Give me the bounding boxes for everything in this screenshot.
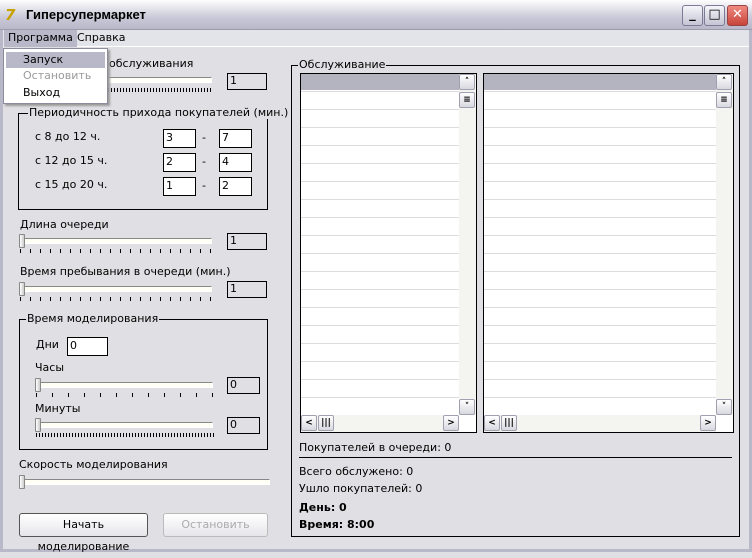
queue-count: Покупателей в очереди: 0 — [299, 441, 452, 454]
slider-ticks — [36, 433, 214, 437]
vertical-scrollbar[interactable]: ˄ ≡ ˅ — [459, 74, 476, 415]
speed-slider[interactable] — [20, 479, 270, 485]
menu-item-start[interactable]: Запуск — [6, 52, 105, 68]
slider-ticks — [108, 88, 212, 92]
slider-thumb[interactable] — [35, 418, 41, 432]
service-time-value: 1 — [227, 73, 267, 90]
arrival-to-3[interactable]: 2 — [219, 177, 252, 196]
arrival-label-2: с 12 до 15 ч. — [35, 154, 108, 167]
arrival-from-1[interactable]: 3 — [163, 129, 196, 148]
scroll-thumb[interactable]: ||| — [318, 415, 334, 431]
scroll-left-icon[interactable]: < — [301, 415, 317, 431]
arrival-from-2[interactable]: 2 — [163, 153, 196, 172]
arrival-label-3: с 15 до 20 ч. — [35, 178, 108, 191]
left-customers: Ушло покупателей: 0 — [299, 482, 423, 495]
vertical-scrollbar[interactable]: ˄ ≡ ˅ — [716, 74, 733, 415]
queue-time-label: Время пребывания в очереди (мин.) — [20, 265, 231, 278]
dash: - — [202, 179, 206, 192]
speed-label: Скорость моделирования — [19, 458, 168, 471]
scroll-thumb[interactable]: ≡ — [716, 92, 732, 108]
minutes-slider[interactable] — [36, 422, 213, 428]
scroll-up-icon[interactable]: ˄ — [716, 74, 732, 90]
menu-bar: Программа Справка — [3, 30, 749, 47]
arrival-group-label: Периодичность прихода покупателей (мин.) — [28, 106, 290, 119]
cashier-list-2[interactable]: ˄ ≡ ˅ < ||| > — [483, 73, 734, 433]
menu-item-stop: Остановить — [23, 69, 92, 82]
queue-time-value: 1 — [227, 281, 267, 298]
list-rows — [484, 74, 716, 415]
menu-help[interactable]: Справка — [73, 30, 129, 47]
start-simulation-button[interactable]: Начать моделирование — [19, 513, 148, 553]
arrival-to-1[interactable]: 7 — [219, 129, 252, 148]
slider-thumb[interactable] — [19, 234, 25, 248]
close-button[interactable]: ✕ — [727, 5, 748, 26]
scroll-thumb[interactable]: ≡ — [459, 92, 475, 108]
minutes-value: 0 — [227, 417, 260, 434]
horizontal-scrollbar[interactable]: < ||| > — [301, 415, 459, 432]
slider-thumb[interactable] — [19, 475, 25, 489]
app-icon: 7 — [5, 6, 16, 24]
scroll-up-icon[interactable]: ˄ — [459, 74, 475, 90]
arrival-to-2[interactable]: 4 — [219, 153, 252, 172]
program-dropdown: Запуск Остановить Выход — [3, 48, 108, 104]
list-item-selected[interactable] — [301, 74, 459, 90]
scroll-down-icon[interactable]: ˅ — [459, 399, 475, 415]
list-item-selected[interactable] — [484, 74, 716, 90]
maximize-button[interactable]: □ — [704, 5, 725, 26]
queue-length-slider[interactable] — [20, 238, 212, 244]
queue-length-label: Длина очереди — [20, 218, 109, 231]
scroll-right-icon[interactable]: > — [700, 415, 716, 431]
hours-slider[interactable] — [36, 382, 213, 388]
window-frame — [0, 30, 3, 552]
horizontal-scrollbar[interactable]: < ||| > — [484, 415, 716, 432]
hours-label: Часы — [35, 361, 65, 374]
served-total: Всего обслужено: 0 — [299, 465, 414, 478]
time-readout: Время: 8:00 — [299, 518, 375, 531]
window-title: Гиперсупермаркет — [26, 7, 146, 22]
slider-ticks — [20, 297, 212, 301]
dash: - — [202, 131, 206, 144]
days-label: Дни — [36, 338, 59, 351]
slider-ticks — [36, 393, 214, 397]
days-input[interactable]: 0 — [67, 337, 108, 356]
sim-time-group-label: Время моделирования — [26, 312, 160, 325]
slider-thumb[interactable] — [19, 282, 25, 296]
slider-thumb[interactable] — [35, 378, 41, 392]
cashier-list-1[interactable]: ˄ ≡ ˅ < ||| > — [300, 73, 477, 433]
scroll-right-icon[interactable]: > — [443, 415, 459, 431]
scroll-thumb[interactable]: ||| — [501, 415, 517, 431]
menu-item-exit[interactable]: Выход — [6, 85, 105, 101]
dash: - — [202, 155, 206, 168]
minimize-button[interactable]: _ — [682, 5, 703, 26]
hours-value: 0 — [227, 377, 260, 394]
stop-simulation-button: Остановить — [163, 513, 268, 537]
arrival-from-3[interactable]: 1 — [163, 177, 196, 196]
scroll-down-icon[interactable]: ˅ — [716, 399, 732, 415]
slider-ticks — [20, 249, 212, 253]
queue-time-slider[interactable] — [20, 286, 212, 292]
day-readout: День: 0 — [299, 501, 347, 514]
minutes-label: Минуты — [35, 402, 81, 415]
divider — [299, 457, 732, 458]
scroll-left-icon[interactable]: < — [484, 415, 500, 431]
menu-programma[interactable]: Программа — [4, 30, 77, 47]
queue-length-value: 1 — [227, 233, 267, 250]
arrival-label-1: с 8 до 12 ч. — [35, 130, 101, 143]
service-group-label: Обслуживание — [298, 58, 387, 71]
list-rows — [301, 74, 459, 415]
service-time-label: обслуживания — [109, 57, 194, 70]
